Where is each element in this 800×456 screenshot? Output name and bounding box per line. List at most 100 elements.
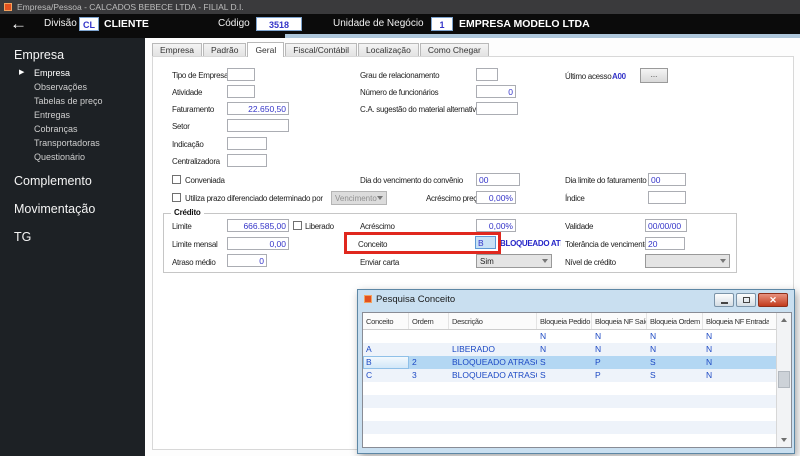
grid-column-header[interactable]: Conceito — [363, 313, 409, 329]
grid-column-header[interactable]: Descrição — [449, 313, 537, 329]
atividade-input[interactable] — [227, 85, 255, 98]
division-value: CLIENTE — [104, 18, 149, 30]
header-bar: ← Divisão CL CLIENTE Código 3518 Unidade… — [0, 14, 800, 34]
cell-bloqueia-pedido: S — [540, 370, 546, 380]
grid-data-row[interactable]: A LIBERADO N N N N — [363, 343, 778, 356]
acrescimo-preco-label: Acréscimo preço — [426, 194, 482, 203]
dia-vencimento-input[interactable]: 00 — [476, 173, 520, 186]
cell-bloqueia-ordem: N — [650, 344, 657, 354]
grid-column-header[interactable]: Bloqueia NF Entrada — [703, 313, 769, 329]
grid-column-header[interactable]: Ordem — [409, 313, 449, 329]
sidebar-item-label: Tabelas de preço — [34, 95, 103, 106]
utiliza-prazo-checkbox[interactable] — [172, 193, 181, 202]
grau-relacionamento-input[interactable] — [476, 68, 498, 81]
sidebar-item[interactable]: ▶ Cobranças — [0, 122, 145, 136]
sidebar-item[interactable]: ▶ Observações — [0, 80, 145, 94]
validade-label: Validade — [565, 222, 594, 231]
tab[interactable]: Como Chegar — [419, 43, 489, 56]
close-button[interactable]: ✕ — [758, 293, 788, 307]
business-unit-field[interactable]: 1 — [431, 17, 453, 31]
minimize-button[interactable] — [714, 293, 734, 307]
sidebar-section-empresa[interactable]: Empresa — [0, 38, 145, 66]
window-titlebar: Empresa/Pessoa - CALCADOS BEBECE LTDA - … — [0, 0, 800, 14]
grid-scrollbar[interactable] — [776, 313, 791, 447]
limite-input[interactable]: 666.585,00 — [227, 219, 289, 232]
enviar-carta-label: Enviar carta — [360, 258, 400, 267]
dia-limite-label: Dia limite do faturamento — [565, 176, 647, 185]
funcionarios-label: Número de funcionários — [360, 88, 439, 97]
grid-column-header[interactable]: Bloqueia Ordem — [647, 313, 703, 329]
pesquisa-conceito-dialog: Pesquisa Conceito ✕ Conceito Ordem Descriç… — [357, 289, 795, 454]
cell-ordem — [409, 330, 449, 343]
tab[interactable]: Fiscal/Contábil — [285, 43, 357, 56]
prazo-dropdown-value: Vencimento — [335, 193, 377, 203]
dia-vencimento-label: Dia do vencimento do convênio — [360, 176, 463, 185]
cell-descricao: BLOQUEADO ATRASO +15 — [452, 357, 537, 367]
nivel-credito-dropdown[interactable] — [645, 254, 730, 268]
grid-column-header[interactable]: Bloqueia NF Saída — [592, 313, 647, 329]
cell-ordem: 3 — [412, 370, 417, 380]
ultimo-acesso-browse-button[interactable]: ... — [640, 68, 668, 83]
conveniada-checkbox[interactable] — [172, 175, 181, 184]
acrescimo-input[interactable]: 0,00% — [476, 219, 516, 232]
setor-input[interactable] — [227, 119, 289, 132]
sidebar-item[interactable]: ▶ Questionário — [0, 150, 145, 164]
indice-input[interactable] — [648, 191, 686, 204]
grid-header-row: Conceito Ordem Descrição Bloqueia Pedido Blo… — [363, 313, 778, 330]
enviar-carta-value: Sim — [480, 256, 494, 266]
validade-input[interactable]: 00/00/00 — [645, 219, 687, 232]
scroll-up-icon[interactable] — [777, 313, 791, 327]
tolerancia-input[interactable]: 20 — [645, 237, 685, 250]
grid-data-row[interactable]: N N N N — [363, 330, 778, 343]
selected-arrow-icon: ▶ — [19, 69, 25, 76]
maximize-button[interactable] — [736, 293, 756, 307]
tab[interactable]: Geral — [247, 42, 285, 57]
dia-limite-input[interactable]: 00 — [648, 173, 686, 186]
scrollbar-thumb[interactable] — [778, 371, 790, 388]
grid-data-row[interactable]: C 3 BLOQUEADO ATRASO+180 S P S N — [363, 369, 778, 382]
tipo-empresa-input[interactable] — [227, 68, 255, 81]
atraso-medio-input[interactable]: 0 — [227, 254, 267, 267]
cell-bloqueia-nf-saida: P — [595, 370, 601, 380]
limite-mensal-label: Limite mensal — [172, 240, 218, 249]
cell-bloqueia-nf-entrada: N — [706, 344, 713, 354]
indicacao-input[interactable] — [227, 137, 267, 150]
sidebar-item[interactable]: ▶ Tabelas de preço — [0, 94, 145, 108]
acrescimo-label: Acréscimo — [360, 222, 395, 231]
atividade-label: Atividade — [172, 88, 203, 97]
cell-bloqueia-pedido: N — [540, 331, 547, 341]
ca-sugestao-input[interactable] — [476, 102, 518, 115]
sidebar-section[interactable]: Complemento — [0, 164, 145, 192]
funcionarios-input[interactable]: 0 — [476, 85, 516, 98]
centralizadora-input[interactable] — [227, 154, 267, 167]
chevron-down-icon — [720, 259, 726, 263]
tipo-empresa-label: Tipo de Empresa — [172, 71, 229, 80]
tab[interactable]: Localização — [357, 43, 419, 56]
sidebar-item[interactable]: ▶ Entregas — [0, 108, 145, 122]
faturamento-input[interactable]: 22.650,50 — [227, 102, 289, 115]
sidebar-section[interactable]: Movimentação — [0, 192, 145, 220]
division-label: Divisão — [44, 18, 77, 29]
code-field[interactable]: 3518 — [256, 17, 302, 31]
sidebar-item-label: Entregas — [34, 109, 71, 120]
conceito-input[interactable]: B — [475, 236, 496, 249]
dialog-app-icon — [364, 295, 372, 303]
tab[interactable]: Empresa — [152, 43, 203, 56]
sidebar-section[interactable]: TG — [0, 220, 145, 248]
grid-data-row[interactable]: B 2 BLOQUEADO ATRASO +15 S P S N — [363, 356, 778, 369]
enviar-carta-dropdown[interactable]: Sim — [476, 254, 552, 268]
sidebar-item[interactable]: ▶ Transportadoras — [0, 136, 145, 150]
sidebar-item[interactable]: ▶ Empresa — [0, 66, 145, 80]
tolerancia-label: Tolerância de vencimento — [565, 240, 649, 249]
tab[interactable]: Padrão — [203, 43, 247, 56]
division-code-field[interactable]: CL — [79, 17, 99, 31]
liberado-checkbox[interactable] — [293, 221, 302, 230]
grid-empty-row — [363, 421, 778, 434]
scroll-down-icon[interactable] — [777, 433, 791, 447]
back-arrow-icon[interactable]: ← — [10, 13, 27, 35]
acrescimo-preco-input[interactable]: 0,00% — [476, 191, 516, 204]
limite-mensal-input[interactable]: 0,00 — [227, 237, 289, 250]
business-unit-value: EMPRESA MODELO LTDA — [459, 18, 590, 30]
grid-column-header[interactable]: Bloqueia Pedido — [537, 313, 592, 329]
prazo-dropdown[interactable]: Vencimento — [331, 191, 387, 205]
